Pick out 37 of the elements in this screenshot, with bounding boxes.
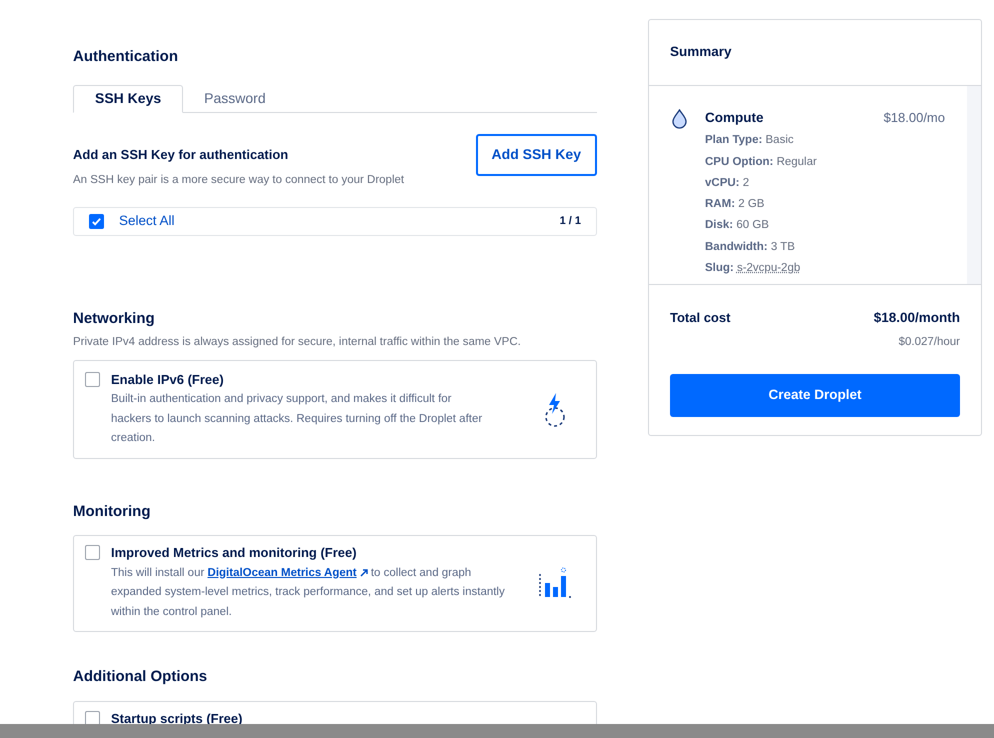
bar-chart-icon bbox=[537, 566, 573, 600]
spec-line: RAM: 2 GB bbox=[705, 197, 766, 212]
tab[interactable]: SSH Keys bbox=[73, 84, 184, 113]
item-price: $18.00/mo bbox=[884, 109, 945, 127]
summary-title: Summary bbox=[649, 20, 981, 86]
section-title: Monitoring bbox=[73, 502, 152, 522]
description: An SSH key pair is a more secure way to connect to your Droplet bbox=[73, 173, 404, 188]
section-description: Private IPv4 address is always assigned for secure, internal traffic within the same VPC. bbox=[73, 335, 522, 350]
section-title: Networking bbox=[73, 308, 156, 329]
spec-line: vCPU: 2 bbox=[705, 176, 750, 191]
tab[interactable]: Password bbox=[183, 84, 287, 112]
spec-line: Slug: s-2vcpu-2gb bbox=[705, 260, 802, 276]
select-all-label[interactable]: Select All bbox=[119, 211, 545, 232]
total-label: Total cost bbox=[670, 309, 730, 327]
total-cost: $18.00/month bbox=[874, 309, 960, 327]
hourly-cost: $0.027/hour bbox=[898, 335, 960, 350]
water-drop-icon bbox=[671, 109, 688, 129]
key-count: 1 / 1 bbox=[560, 214, 581, 229]
option-label: Enable IPv6 (Free) bbox=[111, 370, 225, 389]
check-icon bbox=[91, 216, 102, 227]
spec-line: Plan Type: Basic bbox=[705, 133, 795, 148]
add-ssh-key-button[interactable]: Add SSH Key bbox=[476, 134, 597, 176]
section-title: Additional Options bbox=[73, 667, 208, 687]
subheading: Add an SSH Key for authentication bbox=[73, 146, 290, 164]
spec-line: CPU Option: Regular bbox=[705, 154, 818, 170]
create-droplet-button[interactable]: Create Droplet bbox=[670, 374, 960, 416]
external-link-icon bbox=[360, 569, 368, 578]
section-title: Authentication bbox=[73, 47, 179, 67]
spec-line: Disk: 60 GB bbox=[705, 218, 770, 234]
spec-line: Bandwidth: 3 TB bbox=[705, 240, 796, 254]
item-name: Compute bbox=[705, 109, 764, 127]
metrics-agent-link[interactable]: DigitalOcean Metrics Agent bbox=[208, 564, 368, 583]
option-description: This will install our DigitalOcean Metrics Agent to collect and graph expanded system-level metrics, track performance, and set up alerts instantly within the control panel. bbox=[111, 564, 511, 622]
option-description: Built-in authentication and privacy support, and makes it difficult for hackers to launch scanning attacks. Requires turning off the Droplet after creation. bbox=[111, 392, 484, 446]
scrollbar[interactable] bbox=[967, 86, 981, 284]
option-label: Improved Metrics and monitoring (Free) bbox=[111, 544, 358, 562]
option-label: Startup scripts (Free) bbox=[111, 710, 242, 728]
